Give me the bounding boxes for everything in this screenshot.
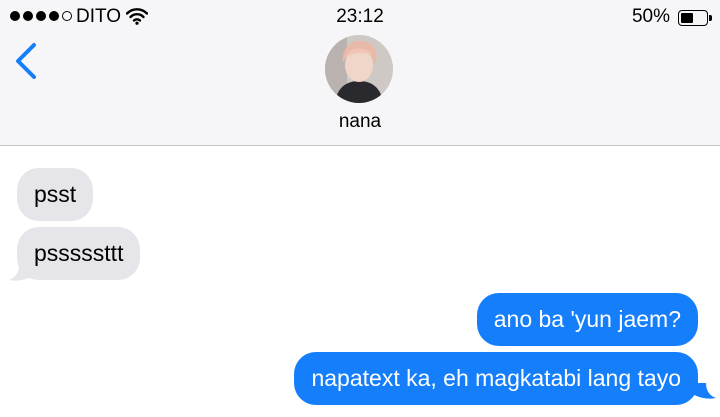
clock-time: 23:12 (336, 6, 384, 27)
contact-name[interactable]: nana (0, 111, 720, 133)
message-thread: psst psssssttt ano ba 'yun jaem? napatex… (0, 146, 720, 417)
battery-fill (681, 13, 693, 23)
outgoing-message-bubble[interactable]: napatext ka, eh magkatabi lang tayo (294, 352, 698, 405)
battery-percentage: 50% (631, 6, 670, 27)
incoming-message-bubble[interactable]: psst (17, 168, 94, 221)
chevron-left-icon (16, 43, 36, 79)
battery-terminal (709, 15, 712, 21)
outgoing-message-bubble[interactable]: ano ba 'yun jaem? (476, 293, 698, 346)
back-button[interactable] (12, 42, 42, 82)
status-bar: DITO 23:12 50% (0, 0, 720, 34)
incoming-message-bubble[interactable]: psssssttt (17, 227, 141, 280)
profile-photo-icon (325, 35, 393, 103)
conversation-header: DITO 23:12 50% nana (0, 0, 720, 146)
contact-avatar[interactable] (325, 35, 393, 103)
battery-icon (678, 10, 712, 26)
